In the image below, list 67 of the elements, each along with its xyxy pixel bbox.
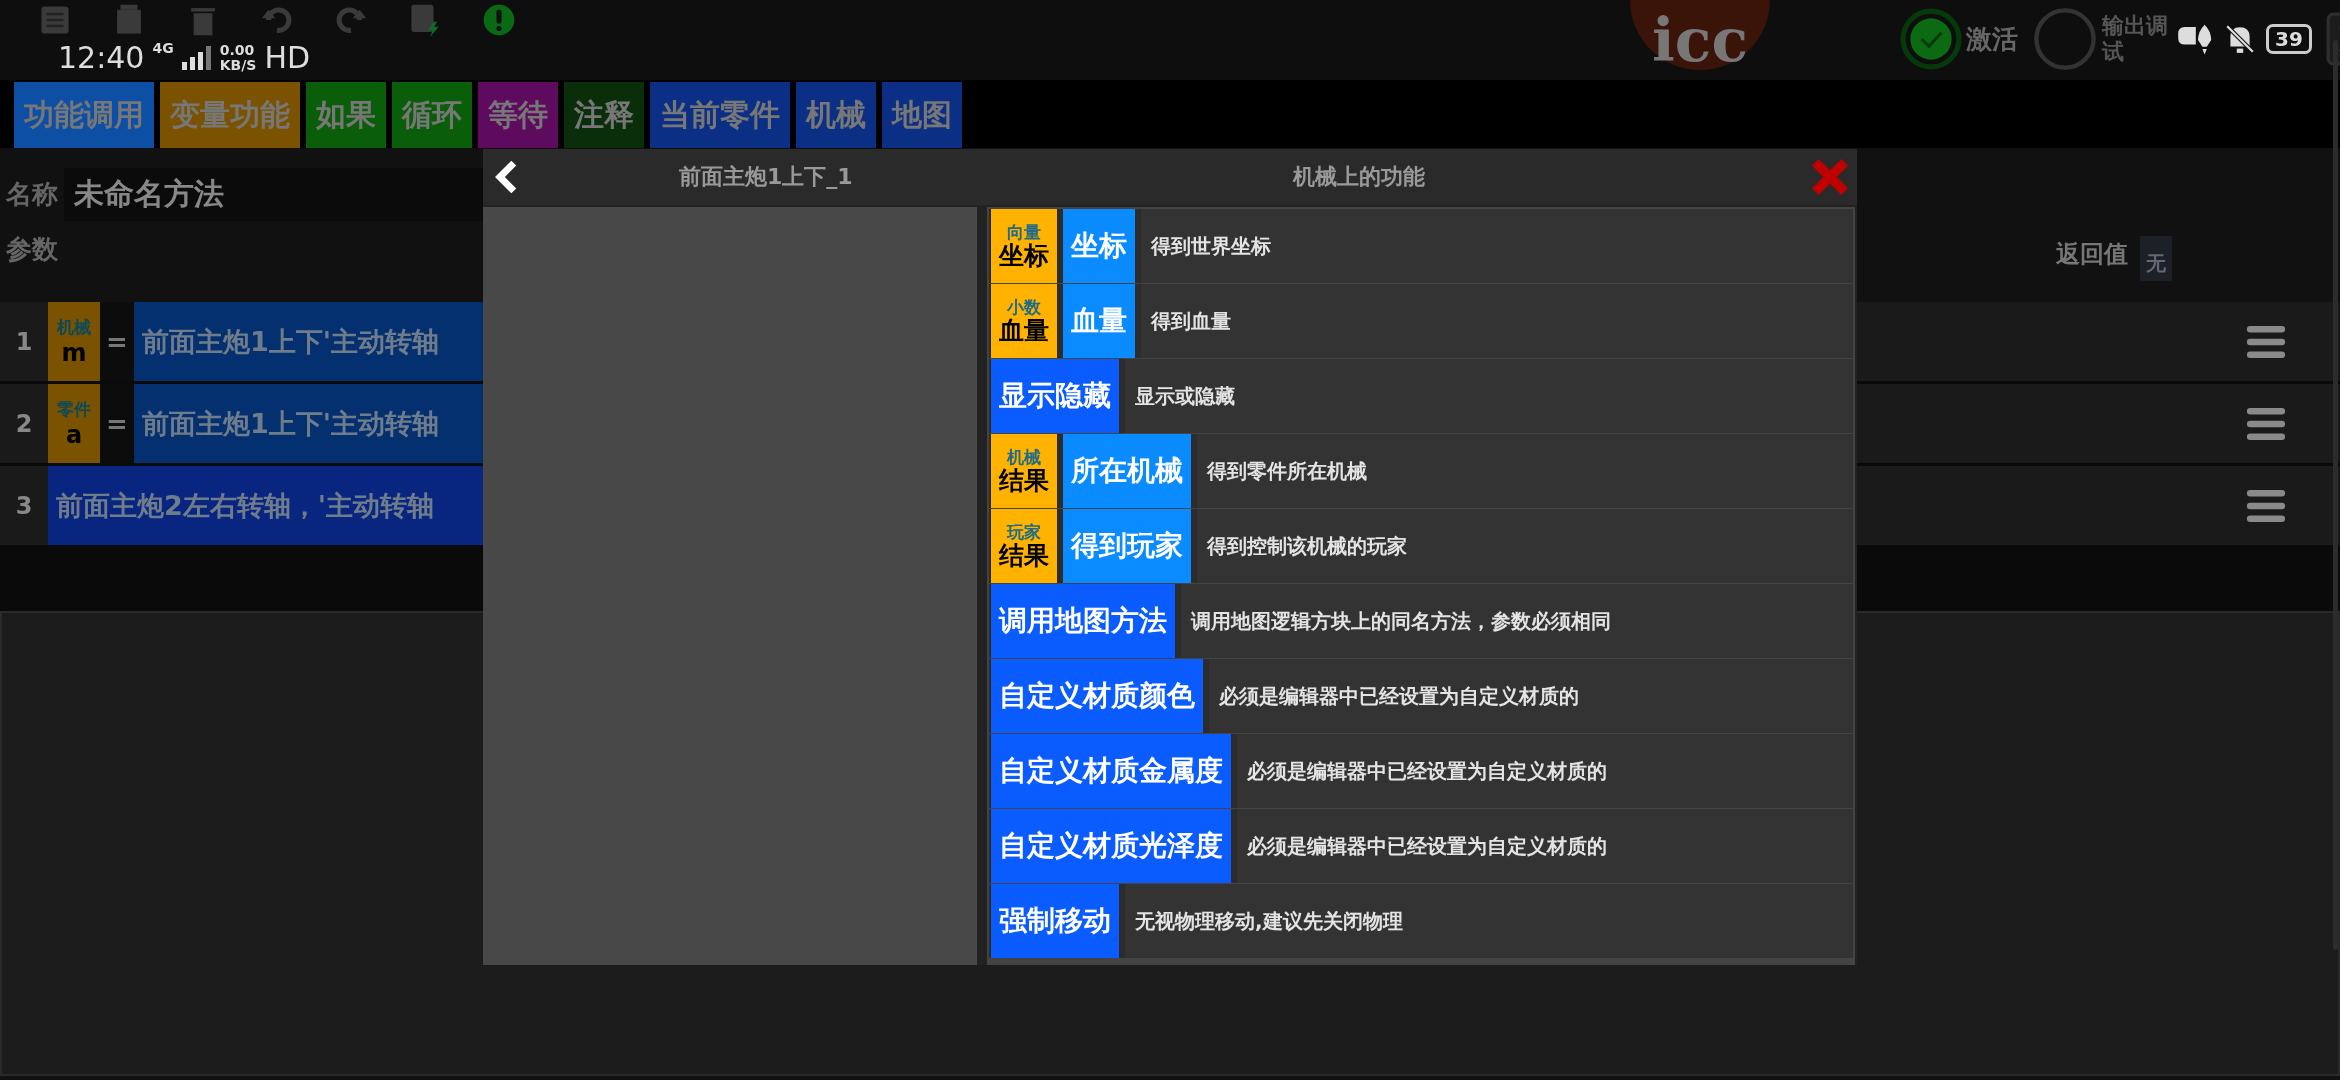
speed-value: 0.00 <box>219 43 256 58</box>
return-type-chip: 机械 结果 <box>991 434 1057 508</box>
function-description: 得到零件所在机械 <box>1197 434 1853 508</box>
category-tab[interactable]: 机械 <box>796 82 876 148</box>
function-button[interactable]: 自定义材质颜色 <box>991 659 1203 733</box>
back-icon[interactable] <box>493 159 519 195</box>
category-tab[interactable]: 当前零件 <box>650 82 790 148</box>
category-tab[interactable]: 注释 <box>564 82 644 148</box>
category-tab[interactable]: 地图 <box>882 82 962 148</box>
return-type-chip: 向量 坐标 <box>991 209 1057 283</box>
network-type: 4G <box>152 40 174 56</box>
category-tab[interactable]: 等待 <box>478 82 558 148</box>
function-description: 必须是编辑器中已经设置为自定义材质的 <box>1209 659 1853 733</box>
speed-unit: KB/S <box>219 58 257 73</box>
function-description: 必须是编辑器中已经设置为自定义材质的 <box>1237 809 1853 883</box>
battery-level: 39 <box>2266 24 2312 54</box>
bell-off-icon <box>2224 23 2256 55</box>
signal-icon <box>181 46 212 70</box>
menu-icon[interactable] <box>2244 487 2288 524</box>
function-description: 调用地图逻辑方块上的同名方法，参数必须相同 <box>1181 584 1853 658</box>
part-title: 前面主炮1上下_1 <box>679 163 853 191</box>
ring-icon <box>2032 6 2098 72</box>
activate-label[interactable]: 激活 <box>1966 21 2018 57</box>
name-label: 名称 <box>4 177 59 211</box>
category-tab[interactable]: 如果 <box>306 82 386 148</box>
function-description: 得到血量 <box>1141 284 1853 358</box>
function-description: 得到世界坐标 <box>1141 209 1853 283</box>
return-type-chip: 玩家 结果 <box>991 509 1057 583</box>
line-number: 1 <box>14 326 34 358</box>
function-description: 显示或隐藏 <box>1125 359 1853 433</box>
hd-label: HD <box>264 40 311 76</box>
method-name-field[interactable]: 未命名方法 <box>64 167 484 221</box>
function-button[interactable]: 显示隐藏 <box>991 359 1119 433</box>
function-button[interactable]: 自定义材质金属度 <box>991 734 1231 808</box>
scrollbar[interactable] <box>2333 40 2338 950</box>
function-button[interactable]: 调用地图方法 <box>991 584 1175 658</box>
debug-output-label[interactable]: 输出调 <box>2102 13 2168 39</box>
return-label: 返回值 <box>2056 239 2128 270</box>
list-icon[interactable] <box>38 3 72 37</box>
line-number: 3 <box>14 490 34 522</box>
warning-icon[interactable] <box>482 3 516 37</box>
function-button[interactable]: 强制移动 <box>991 884 1119 958</box>
category-tab[interactable]: 功能调用 <box>14 82 154 148</box>
line-number: 2 <box>14 408 34 440</box>
dialog-title: 机械上的功能 <box>1292 163 1425 191</box>
variable-chip[interactable]: 零件 a <box>48 384 100 463</box>
category-tab[interactable]: 循环 <box>392 82 472 148</box>
equals-sign: = <box>100 302 134 381</box>
app-logo: icc <box>1630 0 1770 70</box>
function-description: 得到控制该机械的玩家 <box>1197 509 1853 583</box>
function-button[interactable]: 得到玩家 <box>1063 509 1191 583</box>
menu-icon[interactable] <box>2244 323 2288 360</box>
debug-output-label[interactable]: 试 <box>2102 39 2168 65</box>
variable-chip[interactable]: 机械 m <box>48 302 100 381</box>
check-circle-icon[interactable] <box>1900 8 1962 70</box>
function-button[interactable]: 自定义材质光泽度 <box>991 809 1231 883</box>
function-description: 必须是编辑器中已经设置为自定义材质的 <box>1237 734 1853 808</box>
params-label: 参数 <box>5 233 59 266</box>
return-type-chip: 小数 血量 <box>991 284 1057 358</box>
clock-time: 12:40 <box>58 40 145 76</box>
function-button[interactable]: 坐标 <box>1063 209 1135 283</box>
equals-sign: = <box>100 384 134 463</box>
menu-icon[interactable] <box>2244 405 2288 442</box>
function-button[interactable]: 血量 <box>1063 284 1135 358</box>
function-button[interactable]: 所在机械 <box>1063 434 1191 508</box>
return-type[interactable]: 无 <box>2140 236 2172 281</box>
function-description: 无视物理移动,建议先关闭物理 <box>1125 884 1853 958</box>
